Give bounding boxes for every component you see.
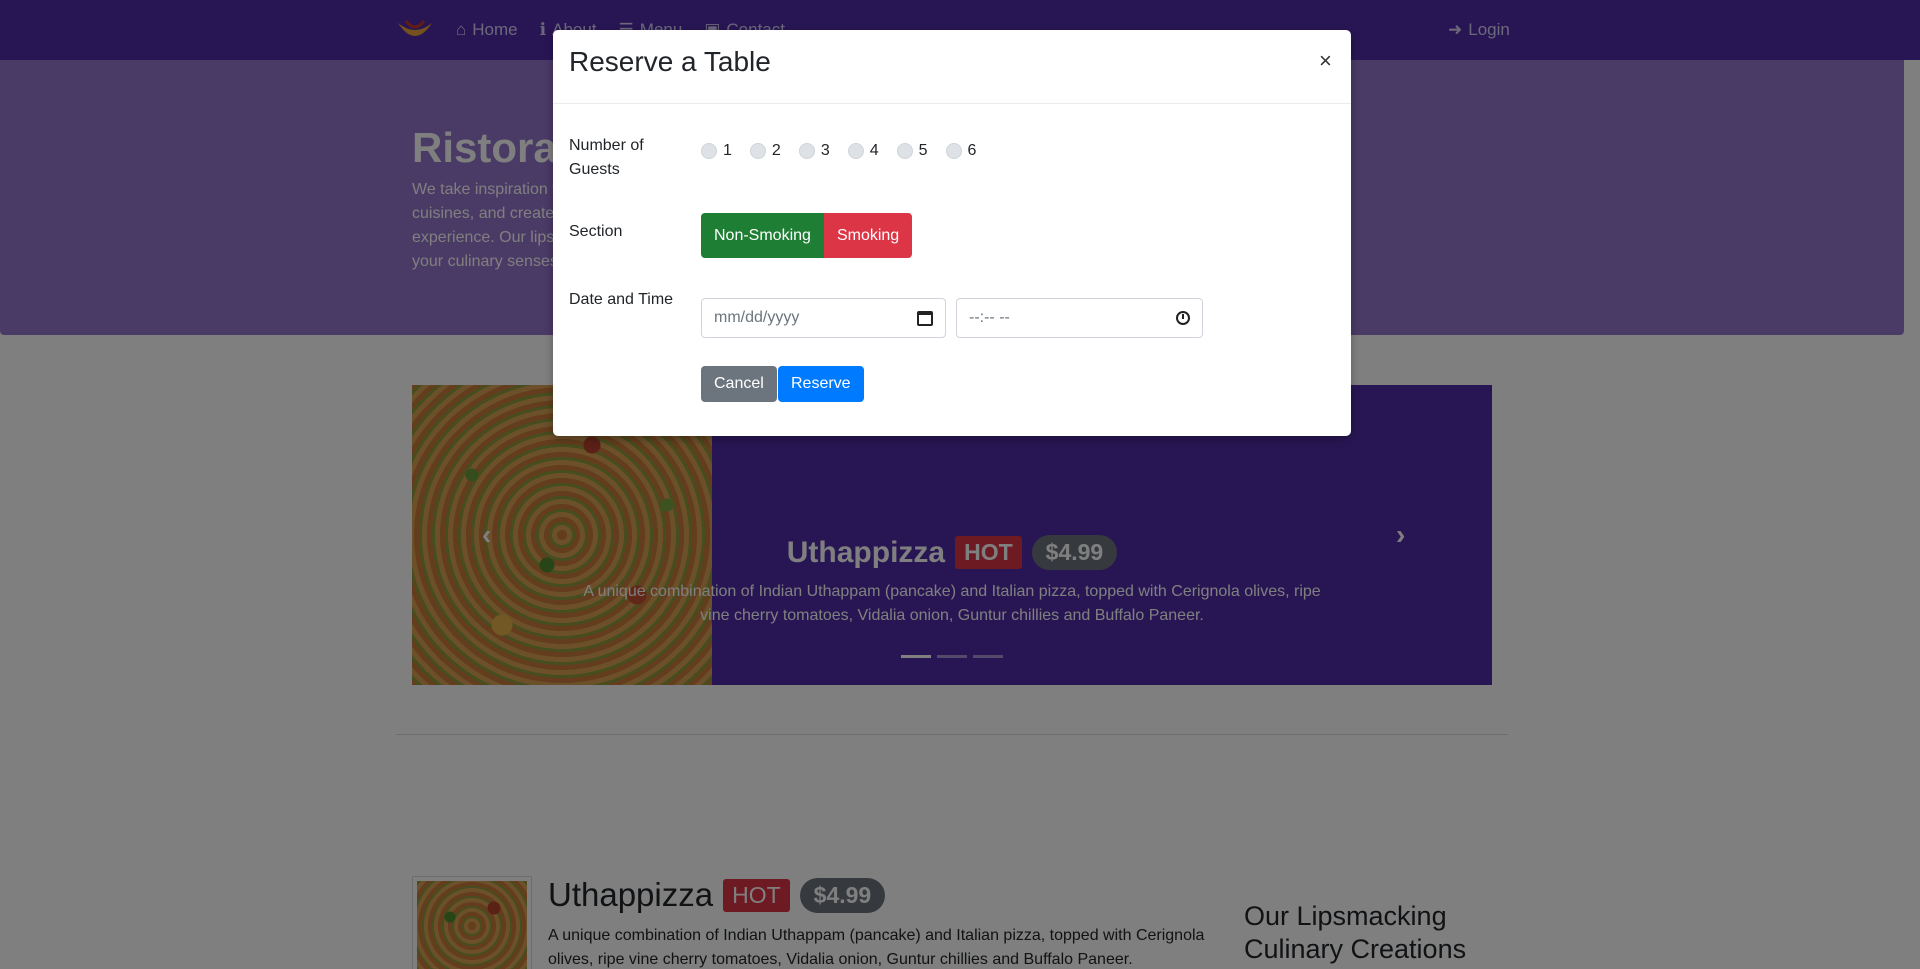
radio-label: 3 bbox=[820, 142, 830, 159]
guest-option-5[interactable]: 5 bbox=[896, 142, 928, 160]
clock-icon[interactable] bbox=[1176, 311, 1190, 325]
radio-button[interactable] bbox=[701, 143, 717, 159]
radio-label: 2 bbox=[771, 142, 781, 159]
calendar-icon[interactable] bbox=[917, 310, 933, 326]
time-input[interactable]: --:-- -- bbox=[956, 298, 1203, 338]
radio-label: 5 bbox=[918, 142, 928, 159]
date-placeholder: mm/dd/yyyy bbox=[714, 309, 800, 326]
reserve-modal: Reserve a Table × Number of Guests 1 2 3… bbox=[553, 30, 1351, 436]
guests-radio-group: 1 2 3 4 5 6 bbox=[701, 142, 976, 160]
guest-option-1[interactable]: 1 bbox=[701, 142, 732, 160]
non-smoking-button[interactable]: Non-Smoking bbox=[701, 213, 824, 258]
radio-button[interactable] bbox=[749, 143, 766, 159]
radio-button[interactable] bbox=[847, 143, 864, 159]
close-icon[interactable]: × bbox=[1319, 48, 1332, 74]
radio-label: 6 bbox=[967, 142, 977, 159]
guest-option-3[interactable]: 3 bbox=[798, 142, 830, 160]
radio-button[interactable] bbox=[798, 143, 815, 159]
radio-label: 1 bbox=[723, 142, 732, 159]
radio-button[interactable] bbox=[896, 143, 913, 159]
guest-option-6[interactable]: 6 bbox=[945, 142, 977, 160]
radio-button[interactable] bbox=[945, 143, 962, 159]
time-placeholder: --:-- -- bbox=[969, 309, 1010, 326]
cancel-button[interactable]: Cancel bbox=[701, 366, 777, 402]
datetime-label: Date and Time bbox=[569, 291, 674, 308]
modal-header: Reserve a Table × bbox=[553, 30, 1351, 104]
section-label: Section bbox=[569, 223, 623, 240]
guest-option-4[interactable]: 4 bbox=[847, 142, 879, 160]
reserve-button[interactable]: Reserve bbox=[778, 366, 864, 402]
smoking-button[interactable]: Smoking bbox=[823, 213, 913, 258]
section-toggle-group: Non-Smoking Smoking bbox=[701, 213, 913, 258]
date-input[interactable]: mm/dd/yyyy bbox=[701, 298, 946, 338]
radio-label: 4 bbox=[869, 142, 879, 159]
guest-option-2[interactable]: 2 bbox=[749, 142, 781, 160]
modal-title: Reserve a Table bbox=[569, 46, 771, 77]
guests-label: Number of Guests bbox=[569, 137, 644, 178]
